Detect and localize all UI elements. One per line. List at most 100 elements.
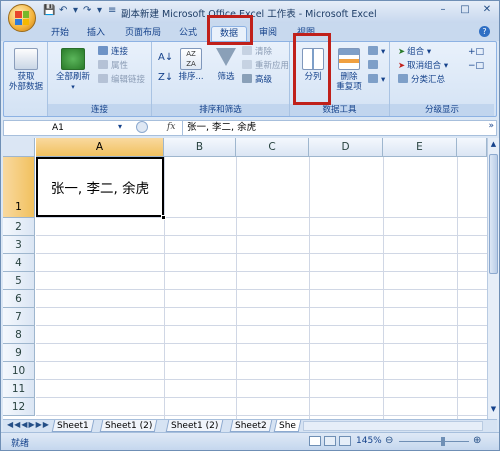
edit-links-button[interactable]: 编辑链接 bbox=[98, 74, 145, 86]
undo-dropdown-icon[interactable]: ▾ bbox=[73, 5, 78, 19]
tab-formulas[interactable]: 公式 bbox=[173, 26, 203, 41]
question-circle-icon[interactable]: ? bbox=[479, 26, 490, 37]
remove-duplicates-button[interactable]: 删除 重复项 bbox=[334, 48, 364, 92]
connections-label: 连接 bbox=[111, 47, 129, 57]
consolidate-button[interactable] bbox=[368, 60, 381, 72]
column-header-d[interactable]: D bbox=[309, 138, 383, 157]
row-3-cells[interactable] bbox=[36, 236, 487, 254]
save-icon[interactable]: 💾 bbox=[43, 5, 55, 19]
connections-button[interactable]: 连接 bbox=[98, 46, 128, 58]
insert-function-icon[interactable]: fx bbox=[167, 122, 175, 132]
column-header-b[interactable]: B bbox=[164, 138, 236, 157]
row-2-cells[interactable] bbox=[36, 218, 487, 236]
row-header-12[interactable]: 12 bbox=[3, 398, 35, 416]
column-header-a[interactable]: A bbox=[36, 138, 164, 157]
row-9-cells[interactable] bbox=[36, 344, 487, 362]
row-10-cells[interactable] bbox=[36, 362, 487, 380]
funnel-icon bbox=[216, 48, 236, 66]
what-if-button[interactable]: ▾ bbox=[368, 74, 385, 86]
row-header-3[interactable]: 3 bbox=[3, 236, 35, 254]
row-11-cells[interactable] bbox=[36, 380, 487, 398]
row-header-11[interactable]: 11 bbox=[3, 380, 35, 398]
expand-icon[interactable] bbox=[136, 121, 148, 133]
scroll-up-icon[interactable]: ▲ bbox=[489, 140, 498, 150]
fill-handle[interactable] bbox=[161, 215, 166, 220]
row-header-6[interactable]: 6 bbox=[3, 290, 35, 308]
expand-formula-bar-icon[interactable]: » bbox=[488, 121, 494, 131]
row-header-8[interactable]: 8 bbox=[3, 326, 35, 344]
close-button[interactable]: ✕ bbox=[477, 3, 497, 17]
ungroup-button[interactable]: ➤ 取消组合 ▾ bbox=[398, 60, 448, 72]
formula-input[interactable]: 张一, 李二, 余虎 bbox=[187, 122, 256, 134]
row-8-cells[interactable] bbox=[36, 326, 487, 344]
properties-button[interactable]: 属性 bbox=[98, 60, 128, 72]
zoom-level[interactable]: 145% bbox=[356, 436, 382, 446]
name-box[interactable]: A1 bbox=[6, 122, 116, 134]
select-all-corner[interactable] bbox=[3, 138, 35, 157]
maximize-button[interactable]: □ bbox=[455, 3, 475, 17]
reapply-label: 重新应用 bbox=[255, 61, 290, 71]
scroll-down-icon[interactable]: ▼ bbox=[489, 405, 498, 415]
row-5-cells[interactable] bbox=[36, 272, 487, 290]
zoom-slider-thumb[interactable] bbox=[441, 437, 445, 446]
advanced-button[interactable]: 高级 bbox=[242, 74, 272, 86]
group-button[interactable]: ➤ 组合 ▾ bbox=[398, 46, 431, 58]
show-detail-icon[interactable]: +□ bbox=[468, 46, 484, 58]
subtotal-button[interactable]: 分类汇总 bbox=[398, 74, 445, 86]
tab-home[interactable]: 开始 bbox=[45, 26, 75, 41]
column-header-c[interactable]: C bbox=[236, 138, 309, 157]
row-6-cells[interactable] bbox=[36, 290, 487, 308]
sort-desc-icon[interactable]: Z↓ bbox=[158, 72, 173, 84]
redo-icon[interactable]: ↷ bbox=[83, 5, 91, 19]
undo-icon[interactable]: ↶ bbox=[59, 5, 67, 19]
sort-asc-icon[interactable]: A↓ bbox=[158, 52, 173, 64]
page-layout-view-icon[interactable] bbox=[324, 436, 336, 446]
column-header-e[interactable]: E bbox=[383, 138, 457, 157]
customize-qat-icon[interactable]: ≡ bbox=[108, 5, 116, 19]
row-header-7[interactable]: 7 bbox=[3, 308, 35, 326]
row-7-cells[interactable] bbox=[36, 308, 487, 326]
name-box-dropdown-icon[interactable]: ▾ bbox=[118, 122, 122, 131]
normal-view-icon[interactable] bbox=[309, 436, 321, 446]
office-logo-icon bbox=[15, 11, 29, 25]
data-validation-button[interactable]: ▾ bbox=[368, 46, 385, 58]
hide-detail-icon[interactable]: −□ bbox=[468, 60, 484, 72]
row-header-5[interactable]: 5 bbox=[3, 272, 35, 290]
tab-review[interactable]: 审阅 bbox=[253, 26, 283, 41]
filter-button[interactable]: 筛选 bbox=[212, 48, 240, 82]
cell-a1[interactable]: 张一, 李二, 余虎 bbox=[36, 157, 164, 217]
sheet-tab-4[interactable]: Sheet2 bbox=[229, 420, 273, 432]
redo-dropdown-icon[interactable]: ▾ bbox=[97, 5, 102, 19]
scroll-thumb[interactable] bbox=[489, 154, 498, 274]
reapply-button[interactable]: 重新应用 bbox=[242, 60, 289, 72]
row-header-9[interactable]: 9 bbox=[3, 344, 35, 362]
edit-links-label: 编辑链接 bbox=[111, 75, 146, 85]
row-header-4[interactable]: 4 bbox=[3, 254, 35, 272]
row-12-cells[interactable] bbox=[36, 398, 487, 416]
zoom-in-icon[interactable]: ⊕ bbox=[473, 435, 481, 446]
sheet-tab-2[interactable]: Sheet1 (2) bbox=[99, 420, 158, 432]
zoom-slider[interactable] bbox=[399, 441, 469, 442]
page-break-view-icon[interactable] bbox=[339, 436, 351, 446]
sheet-nav-icons[interactable]: ◀◀◀▶▶▶ bbox=[7, 420, 50, 429]
column-header-partial[interactable] bbox=[457, 138, 487, 157]
row-header-10[interactable]: 10 bbox=[3, 362, 35, 380]
horizontal-scrollbar[interactable] bbox=[303, 421, 483, 431]
refresh-all-button[interactable]: 全部刷新 ▾ bbox=[52, 48, 94, 92]
clear-button[interactable]: 清除 bbox=[242, 46, 272, 58]
row-4-cells[interactable] bbox=[36, 254, 487, 272]
row-header-2[interactable]: 2 bbox=[3, 218, 35, 236]
sheet-tab-1[interactable]: Sheet1 bbox=[51, 420, 95, 432]
get-external-data-button[interactable]: 获取 外部数据 bbox=[7, 48, 45, 92]
sort-button[interactable]: AZ ZA 排序... bbox=[176, 48, 206, 82]
office-button[interactable] bbox=[8, 4, 36, 32]
minimize-button[interactable]: – bbox=[433, 3, 453, 17]
row-header-1[interactable]: 1 bbox=[3, 157, 35, 218]
zoom-out-icon[interactable]: ⊖ bbox=[385, 435, 393, 446]
sheet-tab-3[interactable]: Sheet1 (2) bbox=[165, 420, 224, 432]
tab-insert[interactable]: 插入 bbox=[81, 26, 111, 41]
status-ready: 就绪 bbox=[11, 439, 30, 449]
tab-page-layout[interactable]: 页面布局 bbox=[119, 26, 167, 41]
vertical-scrollbar[interactable]: ▲ ▼ bbox=[487, 138, 499, 419]
sheet-tab-5[interactable]: She bbox=[273, 420, 302, 432]
